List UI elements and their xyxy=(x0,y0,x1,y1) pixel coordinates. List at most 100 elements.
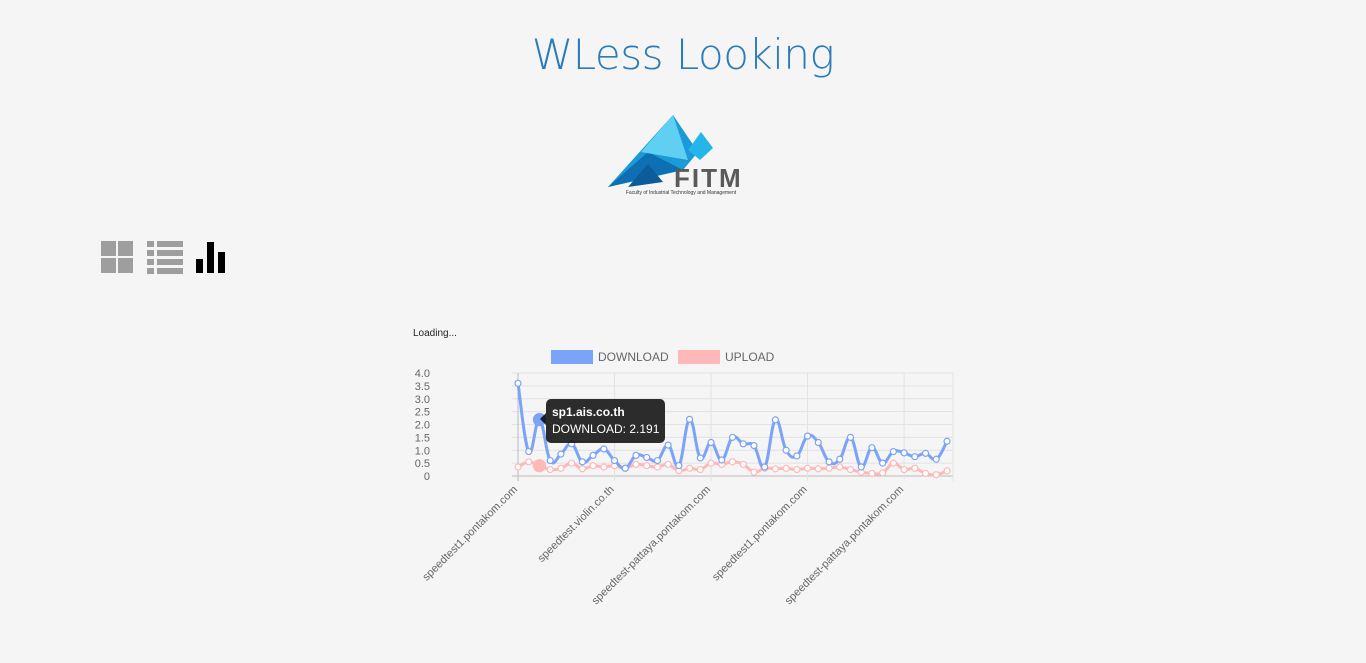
x-tick-label: speedtest1.pontakom.com xyxy=(420,484,520,584)
data-point-download xyxy=(686,415,694,423)
data-point-upload xyxy=(739,460,747,469)
data-point-download xyxy=(782,446,790,454)
y-tick-label: 1.0 xyxy=(415,445,430,457)
data-point-upload xyxy=(921,469,930,478)
y-tick-label: 2.5 xyxy=(415,407,430,419)
y-tick-label: 3.0 xyxy=(415,394,430,406)
data-point-upload xyxy=(943,467,951,475)
data-point-upload xyxy=(803,464,812,472)
data-point-upload xyxy=(793,465,801,474)
data-point-download xyxy=(664,441,672,449)
data-point-upload xyxy=(900,465,908,474)
data-point-download xyxy=(557,450,565,458)
data-point-download xyxy=(793,452,801,460)
y-tick-label: 1.5 xyxy=(415,432,430,444)
logo-wordmark: FITM xyxy=(674,163,743,193)
data-point-download xyxy=(868,444,876,452)
grid-view-icon[interactable] xyxy=(100,240,134,274)
x-tick-label: speedtest.violin.co.th xyxy=(536,484,617,565)
data-point-download xyxy=(836,455,844,463)
data-point-upload xyxy=(532,459,547,473)
data-point-upload xyxy=(514,463,522,471)
data-point-download xyxy=(932,455,940,463)
data-point-download xyxy=(718,456,726,464)
data-point-upload xyxy=(643,462,651,470)
data-point-download xyxy=(761,463,769,471)
y-tick-label: 0.5 xyxy=(415,458,430,470)
data-point-upload xyxy=(557,464,565,472)
data-point-download xyxy=(514,379,522,387)
logo-subtitle: Faculty of Industrial Technology and Man… xyxy=(625,190,737,196)
data-point-download xyxy=(825,458,833,466)
data-point-download xyxy=(589,451,597,460)
data-point-upload xyxy=(568,459,576,467)
data-point-download xyxy=(610,456,619,465)
data-point-upload xyxy=(846,465,855,474)
tooltip-title: sp1.ais.co.th xyxy=(552,405,625,419)
data-point-upload xyxy=(836,463,844,471)
data-point-upload xyxy=(653,463,662,471)
fitm-logo: FITM xyxy=(608,115,743,193)
y-tick-label: 0 xyxy=(424,471,430,483)
data-point-download xyxy=(803,432,812,440)
page-title: WLess Looking xyxy=(531,30,835,79)
data-point-download xyxy=(814,438,822,447)
data-point-download xyxy=(728,433,737,441)
data-point-upload xyxy=(868,469,876,478)
data-point-upload xyxy=(546,465,554,474)
data-point-upload xyxy=(889,459,897,467)
data-point-upload xyxy=(632,460,640,469)
bar-chart-view-icon[interactable] xyxy=(195,240,229,274)
data-point-upload xyxy=(600,463,608,471)
data-point-upload xyxy=(750,468,758,476)
data-point-download xyxy=(696,454,704,462)
y-tick-label: 4.0 xyxy=(415,368,430,380)
x-tick-label: speedtest-pattaya.pontakom.com xyxy=(590,484,714,608)
x-tick-label: speedtest1.pontakom.com xyxy=(710,484,810,584)
x-tick-label: speedtest-pattaya.pontakom.com xyxy=(783,484,907,608)
data-point-upload xyxy=(664,460,672,469)
data-point-download xyxy=(771,416,779,424)
list-view-icon[interactable] xyxy=(146,240,184,274)
data-point-download xyxy=(578,458,586,466)
data-point-download xyxy=(857,463,865,471)
data-point-download xyxy=(900,449,908,457)
data-point-upload xyxy=(825,464,833,472)
data-point-download xyxy=(707,438,715,447)
data-point-upload xyxy=(525,458,533,466)
data-point-download xyxy=(750,442,758,450)
data-point-download xyxy=(739,440,747,448)
data-point-upload xyxy=(911,464,919,472)
data-point-upload xyxy=(782,464,790,472)
data-point-upload xyxy=(771,465,779,473)
data-point-download xyxy=(846,433,855,441)
speed-line-chart: 00.51.01.52.02.53.03.54.0 speedtest1.pont… xyxy=(415,368,954,608)
data-point-upload xyxy=(879,469,887,477)
data-point-download xyxy=(600,445,608,453)
data-point-upload xyxy=(728,458,737,466)
data-point-download xyxy=(621,464,629,472)
chart-tooltip: sp1.ais.co.th DOWNLOAD: 2.191 xyxy=(539,399,666,443)
data-point-download xyxy=(653,456,662,465)
data-point-download xyxy=(643,453,651,462)
data-point-download xyxy=(525,447,533,456)
data-point-download xyxy=(911,453,919,461)
data-point-upload xyxy=(707,459,715,467)
data-point-download xyxy=(943,437,951,445)
data-point-download xyxy=(921,449,930,457)
data-point-upload xyxy=(589,462,597,470)
tooltip-body: DOWNLOAD: 2.191 xyxy=(552,422,660,436)
y-tick-label: 3.5 xyxy=(415,381,430,393)
y-tick-label: 2.0 xyxy=(415,420,430,432)
data-point-upload xyxy=(578,465,586,473)
data-point-upload xyxy=(932,471,940,479)
data-point-download xyxy=(675,462,683,470)
data-point-download xyxy=(632,451,640,460)
loading-text: Loading... xyxy=(413,328,457,339)
data-point-upload xyxy=(696,465,704,474)
data-point-upload xyxy=(814,465,822,473)
data-point-download xyxy=(546,456,554,465)
data-point-download xyxy=(889,447,897,456)
data-point-download xyxy=(879,459,887,467)
data-point-upload xyxy=(686,464,694,472)
